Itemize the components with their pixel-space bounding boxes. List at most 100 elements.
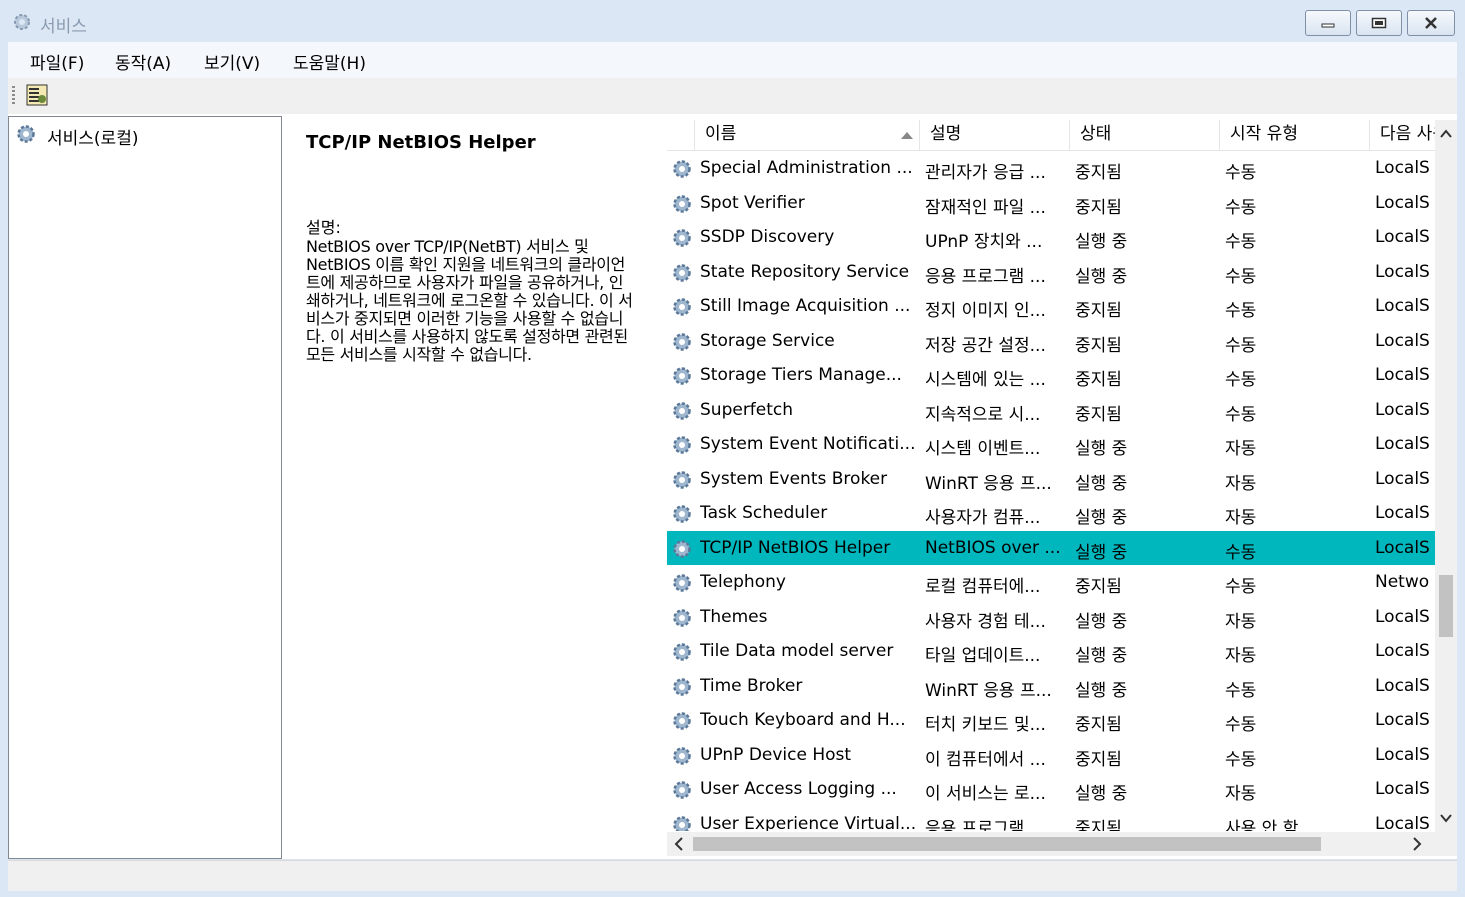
service-description: 응용 프로그램 ... [925, 266, 1046, 287]
service-row[interactable]: SSDP Discovery UPnP 장치와 ... 실행 중 수동 LocalS [667, 220, 1435, 254]
gear-icon [673, 505, 691, 523]
service-status: 중지됨 [1075, 335, 1122, 356]
service-row[interactable]: Time Broker WinRT 응용 프... 실행 중 수동 LocalS [667, 669, 1435, 703]
service-name: User Experience Virtual... [700, 813, 915, 832]
service-row[interactable]: Superfetch 지속적으로 시... 중지됨 수동 LocalS [667, 393, 1435, 427]
gear-icon [673, 470, 691, 489]
gear-icon [673, 229, 691, 247]
sort-ascending-icon [901, 132, 913, 139]
maximize-icon [1371, 17, 1387, 29]
column-header-description[interactable]: 설명 [920, 120, 1070, 150]
service-description: 정지 이미지 인... [925, 301, 1046, 321]
service-row[interactable]: Special Administration ... 관리자가 응급 ... 중지됨… [667, 151, 1435, 185]
service-logon: LocalS [1375, 779, 1430, 799]
column-header-startup-type[interactable]: 시작 유형 [1220, 120, 1370, 150]
gear-icon [673, 367, 691, 385]
service-status: 중지됨 [1075, 197, 1122, 218]
service-row[interactable]: Touch Keyboard and H... 터치 키보드 및... 중지됨 수동 L… [667, 703, 1435, 737]
service-logon: LocalS [1375, 710, 1430, 730]
scroll-up-icon[interactable] [1435, 120, 1457, 148]
minimize-button[interactable] [1305, 10, 1351, 36]
close-button[interactable] [1407, 10, 1455, 36]
gear-icon [673, 298, 691, 316]
services-gear-icon [14, 14, 30, 30]
service-row[interactable]: User Access Logging ... 이 서비스는 로... 실행 중 자동… [667, 772, 1435, 806]
description-pane: TCP/IP NetBIOS Helper 설명: NetBIOS over T… [286, 116, 666, 857]
service-row[interactable]: Task Scheduler 사용자가 컴퓨... 실행 중 자동 LocalS [667, 496, 1435, 530]
column-header-status[interactable]: 상태 [1070, 120, 1220, 150]
toolbar-grip [12, 86, 15, 106]
service-row[interactable]: Spot Verifier 잠재적인 파일 ... 중지됨 수동 LocalS [667, 186, 1435, 220]
menu-file[interactable]: 파일(F) [30, 49, 84, 74]
service-description: UPnP 장치와 ... [925, 232, 1043, 252]
gear-icon [673, 401, 691, 420]
service-status: 실행 중 [1075, 439, 1128, 459]
service-startup-type: 수동 [1225, 749, 1257, 770]
service-row[interactable]: Storage Tiers Manage... 시스템에 있는 ... 중지됨 수동 L… [667, 358, 1435, 392]
service-status: 실행 중 [1075, 508, 1128, 528]
service-logon: LocalS [1375, 261, 1430, 282]
vertical-scrollbar[interactable] [1435, 120, 1457, 832]
service-logon: LocalS [1375, 503, 1430, 523]
service-row[interactable]: Storage Service 저장 공간 설정... 중지됨 수동 LocalS [667, 324, 1435, 358]
scroll-right-icon[interactable] [1405, 832, 1429, 856]
service-description: 이 컴퓨터에서 ... [925, 749, 1046, 770]
service-startup-type: 사용 안 함 [1225, 818, 1299, 832]
service-startup-type: 수동 [1225, 163, 1257, 183]
service-name: Touch Keyboard and H... [700, 710, 906, 730]
vertical-scroll-thumb[interactable] [1439, 575, 1453, 637]
properties-icon[interactable] [26, 84, 48, 106]
service-status: 실행 중 [1075, 611, 1128, 632]
service-row[interactable]: Still Image Acquisition ... 정지 이미지 인... 중지… [667, 289, 1435, 323]
service-name: Task Scheduler [700, 503, 828, 523]
service-name: Time Broker [700, 675, 803, 696]
column-header-logon[interactable]: 다음 사용자로 로그온 [1370, 120, 1435, 150]
service-logon: LocalS [1375, 434, 1430, 454]
service-status: 중지됨 [1075, 577, 1122, 597]
service-row[interactable]: UPnP Device Host 이 컴퓨터에서 ... 중지됨 수동 LocalS [667, 738, 1435, 772]
service-description: 사용자가 컴퓨... [925, 508, 1041, 528]
scroll-corner [1435, 832, 1457, 856]
service-row[interactable]: Tile Data model server 타일 업데이트... 실행 중 자동 Lo… [667, 634, 1435, 668]
gear-icon [673, 263, 691, 282]
service-row[interactable]: System Event Notificati... 시스템 이벤트... 실행 중… [667, 427, 1435, 461]
service-row[interactable]: Themes 사용자 경험 테... 실행 중 자동 LocalS [667, 600, 1435, 634]
service-description: 시스템에 있는 ... [925, 370, 1046, 390]
service-description: 이 서비스는 로... [925, 784, 1046, 804]
service-name: Storage Tiers Manage... [700, 365, 902, 385]
service-row[interactable]: System Events Broker WinRT 응용 프... 실행 중 자동 L… [667, 462, 1435, 496]
service-startup-type: 자동 [1225, 784, 1257, 804]
service-startup-type: 수동 [1225, 266, 1257, 287]
service-startup-type: 수동 [1225, 577, 1257, 597]
status-bar [8, 860, 1457, 891]
menu-view[interactable]: 보기(V) [204, 49, 260, 74]
scroll-down-icon[interactable] [1435, 804, 1457, 832]
service-startup-type: 수동 [1225, 370, 1257, 390]
service-description: NetBIOS over ... [925, 537, 1061, 558]
description-label: 설명: [306, 218, 341, 237]
gear-icon [673, 781, 691, 799]
menu-action[interactable]: 동작(A) [115, 49, 171, 74]
service-row[interactable]: User Experience Virtual... 응용 프로그램 ... 중지됨… [667, 807, 1435, 832]
service-description: 시스템 이벤트... [925, 439, 1041, 459]
maximize-button[interactable] [1356, 10, 1402, 36]
column-label: 시작 유형 [1230, 124, 1298, 144]
service-row-selected[interactable]: TCP/IP NetBIOS Helper NetBIOS over ... 실행 … [667, 530, 1435, 565]
service-row[interactable]: Telephony 로컬 컴퓨터에... 중지됨 수동 Netwo [667, 565, 1435, 599]
service-description: 터치 키보드 및... [925, 715, 1046, 735]
horizontal-scrollbar[interactable] [667, 832, 1435, 856]
service-name: User Access Logging ... [700, 779, 897, 799]
column-header-name[interactable]: 이름 [695, 120, 920, 150]
service-status: 중지됨 [1075, 818, 1122, 832]
service-status: 실행 중 [1075, 473, 1128, 494]
horizontal-scroll-thumb[interactable] [693, 837, 1321, 851]
scroll-left-icon[interactable] [667, 832, 691, 856]
service-logon: LocalS [1375, 296, 1430, 316]
service-row[interactable]: State Repository Service 응용 프로그램 ... 실행 중 수… [667, 255, 1435, 289]
service-logon: LocalS [1375, 468, 1430, 489]
tree-item-label: 서비스(로컬) [47, 129, 139, 149]
service-name: State Repository Service [700, 261, 910, 282]
service-logon: LocalS [1375, 192, 1430, 213]
service-status: 중지됨 [1075, 370, 1122, 390]
menu-help[interactable]: 도움말(H) [293, 49, 366, 74]
